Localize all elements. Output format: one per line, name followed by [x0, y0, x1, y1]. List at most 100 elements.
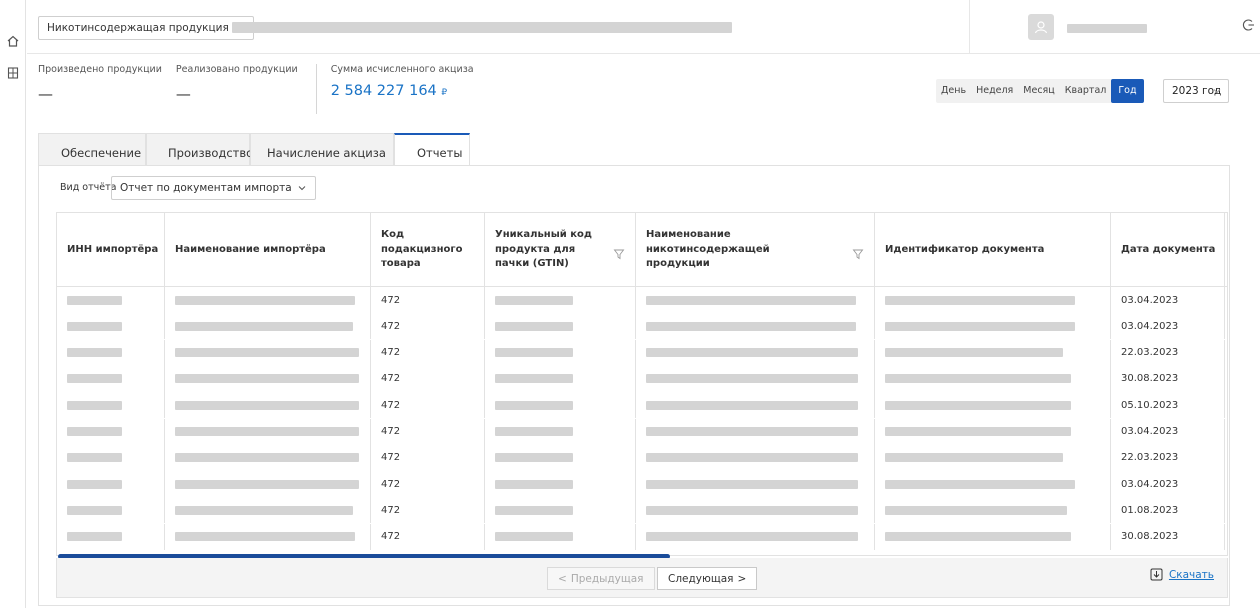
- cell-redacted: [165, 339, 371, 366]
- redacted-value: [67, 400, 122, 410]
- table-row[interactable]: 472 22.03.2023: [57, 339, 1227, 366]
- cell-redacted: [485, 339, 636, 366]
- tab-bar: Обеспечение Производство Начисление акци…: [38, 133, 470, 165]
- column-header-label: Наименование импортёра: [175, 243, 326, 255]
- period-quarter-button[interactable]: Квартал: [1060, 79, 1112, 103]
- table-row[interactable]: 472 22.03.2023: [57, 444, 1227, 471]
- cell-redacted: [485, 444, 636, 471]
- chevron-left-icon: <: [558, 572, 567, 585]
- product-category-select[interactable]: Никотинсодержащая продукция: [38, 16, 254, 40]
- period-switcher: День Неделя Месяц Квартал Год: [936, 79, 1144, 103]
- user-icon: [1034, 21, 1048, 34]
- cell-redacted: [875, 365, 1111, 392]
- filter-icon[interactable]: [613, 248, 625, 260]
- cell-redacted: [636, 313, 875, 340]
- redacted-value: [175, 532, 355, 542]
- column-header-gtin[interactable]: Уникальный код продукта для пачки (GTIN): [485, 213, 636, 287]
- column-header-label: Дата документа: [1121, 243, 1216, 255]
- cell-redacted: [485, 392, 636, 419]
- column-header-importer-name[interactable]: Наименование импортёра: [165, 213, 371, 287]
- cell-document-date: 03.04.2023: [1111, 287, 1225, 313]
- table-row[interactable]: 472 05.10.2023: [57, 392, 1227, 419]
- user-menu[interactable]: [969, 0, 1209, 54]
- next-page-button[interactable]: Следующая >: [657, 567, 758, 590]
- cell-overflow: [1225, 497, 1227, 523]
- cell-redacted: [636, 339, 875, 366]
- redacted-value: [646, 427, 858, 436]
- redacted-value: [885, 427, 1071, 436]
- cell-redacted: [485, 313, 636, 340]
- redacted-value: [646, 479, 858, 489]
- redacted-value: [646, 374, 858, 384]
- tab-reports[interactable]: Отчеты: [394, 133, 470, 165]
- column-header-document-id[interactable]: Идентификатор документа: [875, 213, 1111, 287]
- download-link[interactable]: Скачать: [1150, 568, 1214, 581]
- redacted-value: [67, 479, 122, 489]
- column-header-label: Идентификатор документа: [885, 243, 1045, 255]
- currency-symbol: ₽: [441, 88, 448, 98]
- redacted-value: [495, 348, 573, 358]
- table-row[interactable]: 472 30.08.2023: [57, 365, 1227, 392]
- logout-icon[interactable]: [1242, 18, 1256, 32]
- redacted-value: [175, 505, 353, 515]
- table-row[interactable]: 472 03.04.2023: [57, 471, 1227, 498]
- period-day-button[interactable]: День: [936, 79, 971, 103]
- redacted-value: [646, 453, 858, 463]
- column-header-importer-inn[interactable]: ИНН импортёра: [57, 213, 165, 287]
- redacted-value: [67, 295, 122, 305]
- cell-excise-code: 472: [371, 365, 485, 392]
- table-row[interactable]: 472 03.04.2023: [57, 287, 1227, 313]
- cell-redacted: [57, 418, 165, 445]
- redacted-value: [885, 321, 1075, 331]
- table-row[interactable]: 472 01.08.2023: [57, 497, 1227, 524]
- column-header-excise-code[interactable]: Код подакцизного товара: [371, 213, 485, 287]
- chevron-down-icon: [298, 186, 306, 191]
- cell-redacted: [57, 313, 165, 340]
- redacted-value: [885, 400, 1071, 410]
- cell-redacted: [57, 339, 165, 366]
- column-header-label: Код подакцизного товара: [381, 229, 463, 270]
- redacted-value: [495, 427, 573, 436]
- filter-icon[interactable]: [852, 248, 864, 260]
- tab-security[interactable]: Обеспечение: [38, 133, 146, 165]
- cell-redacted: [57, 523, 165, 550]
- table-row[interactable]: 472 30.08.2023: [57, 523, 1227, 550]
- cell-document-date: 22.03.2023: [1111, 444, 1225, 471]
- period-month-button[interactable]: Месяц: [1018, 79, 1059, 103]
- redacted-value: [67, 427, 122, 436]
- column-header-document-date[interactable]: Дата документа: [1111, 213, 1225, 287]
- redacted-value: [495, 453, 573, 463]
- stat-sold-label: Реализовано продукции: [175, 64, 298, 75]
- redacted-value: [646, 532, 858, 542]
- cell-document-date: 30.08.2023: [1111, 365, 1225, 392]
- cell-document-date: 03.04.2023: [1111, 418, 1225, 445]
- year-select[interactable]: 2023 год: [1163, 79, 1229, 103]
- report-type-select[interactable]: Отчет по документам импорта: [111, 176, 316, 200]
- cell-overflow: [1225, 445, 1227, 471]
- cell-overflow: [1225, 313, 1227, 339]
- cell-redacted: [875, 497, 1111, 524]
- calculator-icon[interactable]: [6, 66, 20, 80]
- table-row[interactable]: 472 03.04.2023: [57, 313, 1227, 340]
- table-row[interactable]: 472 03.04.2023: [57, 418, 1227, 445]
- period-week-button[interactable]: Неделя: [971, 79, 1018, 103]
- excise-amount: 2 584 227 164: [330, 83, 437, 99]
- cell-redacted: [165, 287, 371, 313]
- column-header-label: Наименование никотинсодержащей продукции: [646, 229, 770, 270]
- avatar[interactable]: [1028, 14, 1054, 40]
- redacted-value: [175, 453, 359, 463]
- column-header-product-name[interactable]: Наименование никотинсодержащей продукции: [636, 213, 875, 287]
- cell-redacted: [485, 287, 636, 313]
- cell-redacted: [636, 392, 875, 419]
- previous-page-button[interactable]: < Предыдущая: [547, 567, 655, 590]
- import-report-table: ИНН импортёра Наименование импортёра Код…: [56, 212, 1228, 556]
- redacted-value: [175, 479, 359, 489]
- tab-excise[interactable]: Начисление акциза: [250, 133, 394, 165]
- tab-production[interactable]: Производство: [146, 133, 253, 165]
- cell-redacted: [875, 523, 1111, 550]
- summary-stats: Произведено продукции — Реализовано прод…: [38, 64, 488, 114]
- home-icon[interactable]: [6, 34, 20, 48]
- redacted-value: [67, 374, 122, 384]
- product-category-label: Никотинсодержащая продукция: [47, 22, 229, 34]
- period-year-button[interactable]: Год: [1111, 79, 1144, 103]
